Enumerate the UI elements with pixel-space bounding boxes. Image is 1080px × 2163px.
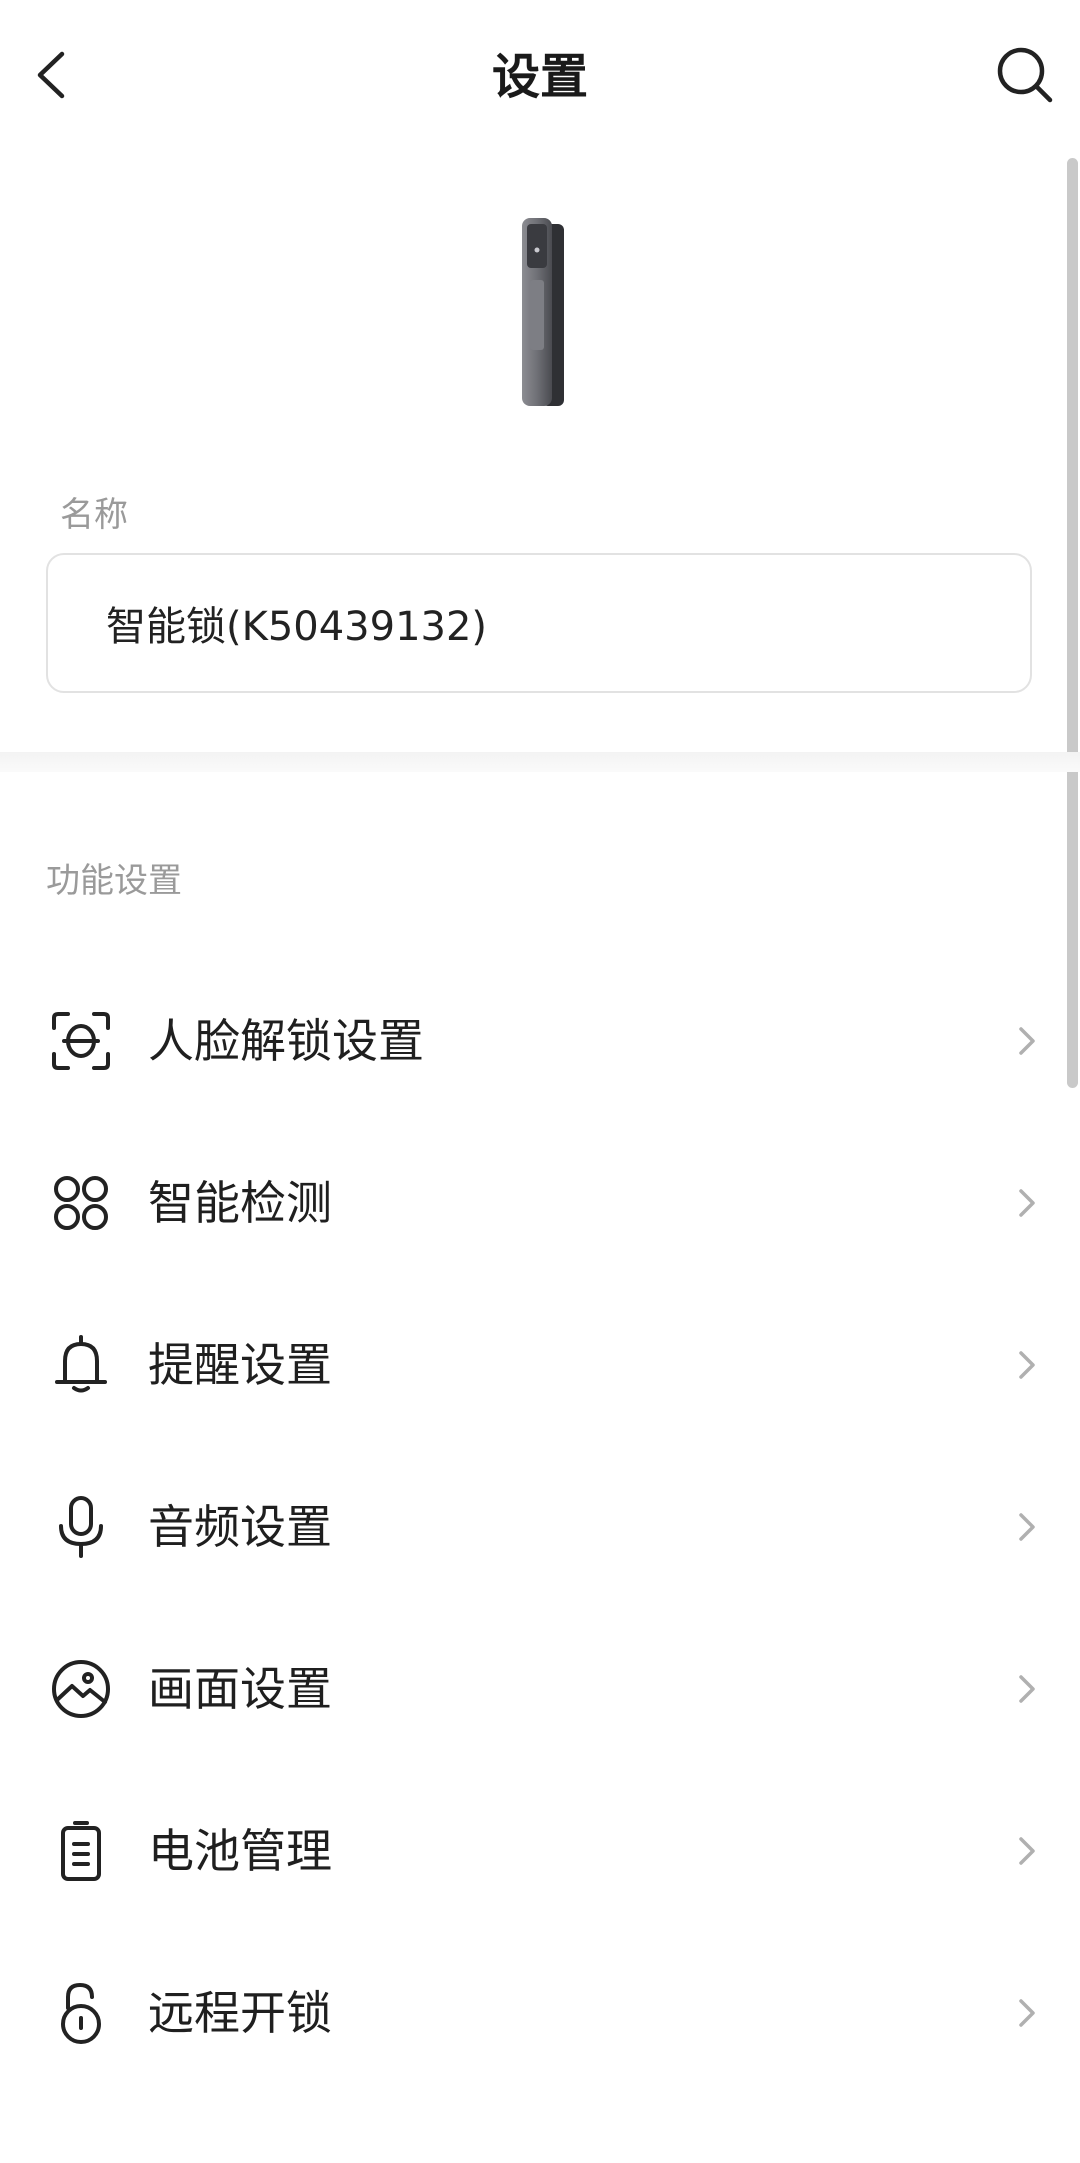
menu-item-smart-detection[interactable]: 智能检测 xyxy=(0,1122,1080,1284)
menu-item-face-unlock[interactable]: 人脸解锁设置 xyxy=(0,960,1080,1122)
microphone-icon xyxy=(59,1496,103,1558)
name-label: 名称 xyxy=(60,495,128,535)
search-button[interactable] xyxy=(990,40,1060,110)
top-bar: 设置 xyxy=(0,0,1080,155)
chevron-right-icon xyxy=(1019,1351,1035,1379)
device-name-value: 智能锁(K50439132) xyxy=(106,604,488,650)
menu-label: 电池管理 xyxy=(148,1824,332,1878)
chevron-right-icon xyxy=(1019,1837,1035,1865)
chevron-right-icon xyxy=(1019,1027,1035,1055)
chevron-right-icon xyxy=(1019,1513,1035,1541)
chevron-right-icon xyxy=(1019,1675,1035,1703)
settings-menu: 人脸解锁设置 智能检测 提醒设置 音频设置 画面设置 电池管理 远程开锁 xyxy=(0,960,1080,2094)
chevron-right-icon xyxy=(1019,1189,1035,1217)
picture-icon xyxy=(52,1660,110,1718)
device-image xyxy=(512,210,572,410)
page-title: 设置 xyxy=(491,49,588,105)
scrollbar[interactable] xyxy=(1067,158,1078,1088)
face-scan-icon xyxy=(52,1012,110,1070)
section-title: 功能设置 xyxy=(46,861,182,901)
device-name-field[interactable]: 智能锁(K50439132) xyxy=(46,553,1032,693)
menu-label: 音频设置 xyxy=(148,1500,332,1554)
unlock-icon xyxy=(61,1983,101,2044)
menu-item-battery[interactable]: 电池管理 xyxy=(0,1770,1080,1932)
section-divider xyxy=(0,752,1080,772)
menu-item-remote-unlock[interactable]: 远程开锁 xyxy=(0,1932,1080,2094)
menu-item-picture[interactable]: 画面设置 xyxy=(0,1608,1080,1770)
menu-label: 画面设置 xyxy=(148,1662,332,1716)
smart-lock-image xyxy=(522,218,564,406)
bell-icon xyxy=(55,1335,107,1393)
battery-icon xyxy=(61,1821,101,1881)
four-circles-icon xyxy=(54,1176,108,1230)
search-icon xyxy=(997,47,1053,103)
menu-label: 人脸解锁设置 xyxy=(148,1014,424,1068)
menu-label: 智能检测 xyxy=(148,1176,332,1230)
menu-item-reminder[interactable]: 提醒设置 xyxy=(0,1284,1080,1446)
menu-label: 远程开锁 xyxy=(148,1986,332,2040)
menu-item-audio[interactable]: 音频设置 xyxy=(0,1446,1080,1608)
chevron-right-icon xyxy=(1019,1999,1035,2027)
menu-label: 提醒设置 xyxy=(148,1338,332,1392)
